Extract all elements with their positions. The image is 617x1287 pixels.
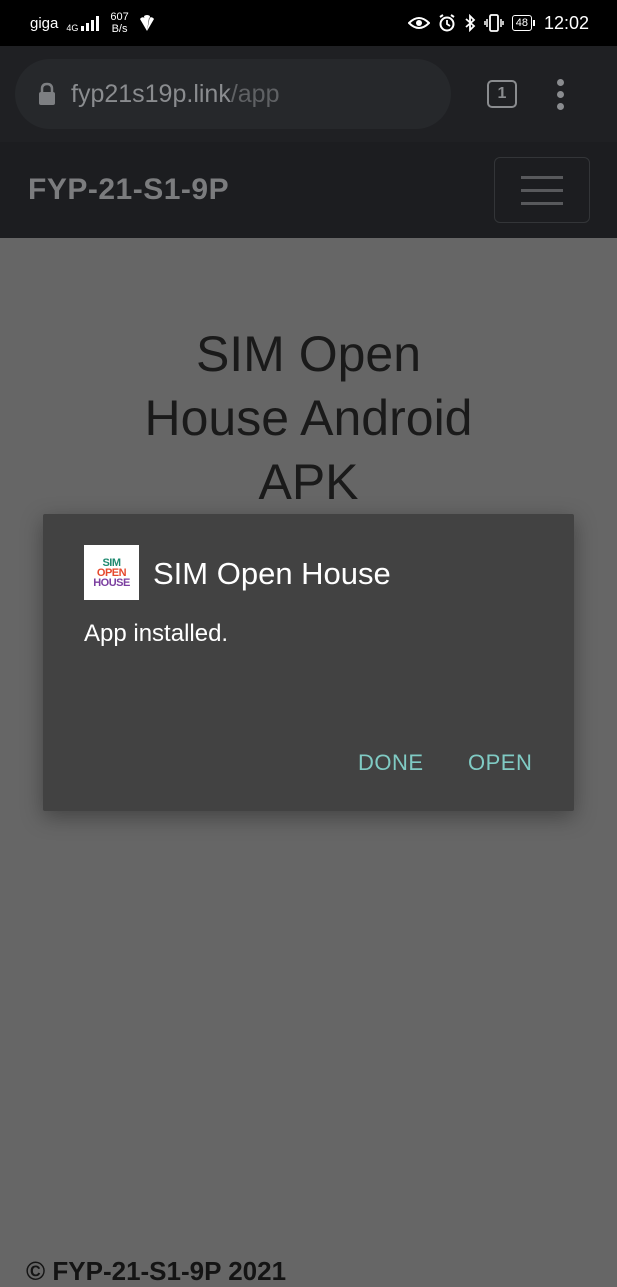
logo-line-sim: SIM <box>102 556 121 569</box>
tab-switcher-button[interactable]: 1 <box>487 80 517 108</box>
page-title: SIM Open House Android APK <box>0 322 617 514</box>
hamburger-menu-button[interactable] <box>494 157 590 223</box>
status-left: giga 4G 607 B/s <box>30 11 157 35</box>
open-button[interactable]: OPEN <box>468 750 532 776</box>
eye-comfort-icon <box>407 17 430 29</box>
app-installed-dialog: SIM OPEN HOUSE SIM Open House App instal… <box>43 514 574 811</box>
lock-icon[interactable] <box>37 82 57 106</box>
address-bar[interactable]: fyp21s19p.link/app <box>15 59 451 129</box>
url-text[interactable]: fyp21s19p.link/app <box>71 80 280 109</box>
site-navbar: FYP-21-S1-9P <box>0 142 617 238</box>
status-bar: giga 4G 607 B/s 48 12:02 <box>0 0 617 46</box>
alarm-icon <box>439 14 455 32</box>
bluetooth-icon <box>465 14 476 32</box>
network-type-label: 4G <box>66 23 79 33</box>
battery-indicator: 48 <box>511 15 536 31</box>
net-speed-value: 607 <box>110 11 129 23</box>
site-brand[interactable]: FYP-21-S1-9P <box>28 173 229 207</box>
logo-line-open: OPEN <box>96 566 127 579</box>
vibrate-icon <box>483 14 504 32</box>
dialog-message: App installed. <box>84 620 229 647</box>
status-right: 48 12:02 <box>407 12 589 34</box>
done-button[interactable]: DONE <box>358 750 424 776</box>
page-title-line: House Android <box>144 390 473 446</box>
browser-toolbar: fyp21s19p.link/app 1 <box>0 46 617 142</box>
clock: 12:02 <box>543 12 589 33</box>
net-speed-unit: B/s <box>111 23 128 35</box>
dialog-app-name: SIM Open House <box>153 556 391 591</box>
app-logo-icon: SIM OPEN HOUSE <box>84 545 139 600</box>
net-speed: 607 B/s <box>110 11 128 35</box>
page-footer: © FYP-21-S1-9P 2021 <box>26 1256 287 1286</box>
page-title-line: APK <box>258 454 359 510</box>
carrier-label: giga <box>30 14 59 32</box>
signal-strength-icon <box>81 16 100 31</box>
huawei-logo-icon <box>139 15 154 31</box>
page-title-line: SIM Open <box>195 326 422 382</box>
logo-line-house: HOUSE <box>93 576 130 589</box>
more-menu-icon[interactable] <box>555 78 565 110</box>
url-host: fyp21s19p.link <box>71 79 231 108</box>
url-path: /app <box>230 79 280 108</box>
